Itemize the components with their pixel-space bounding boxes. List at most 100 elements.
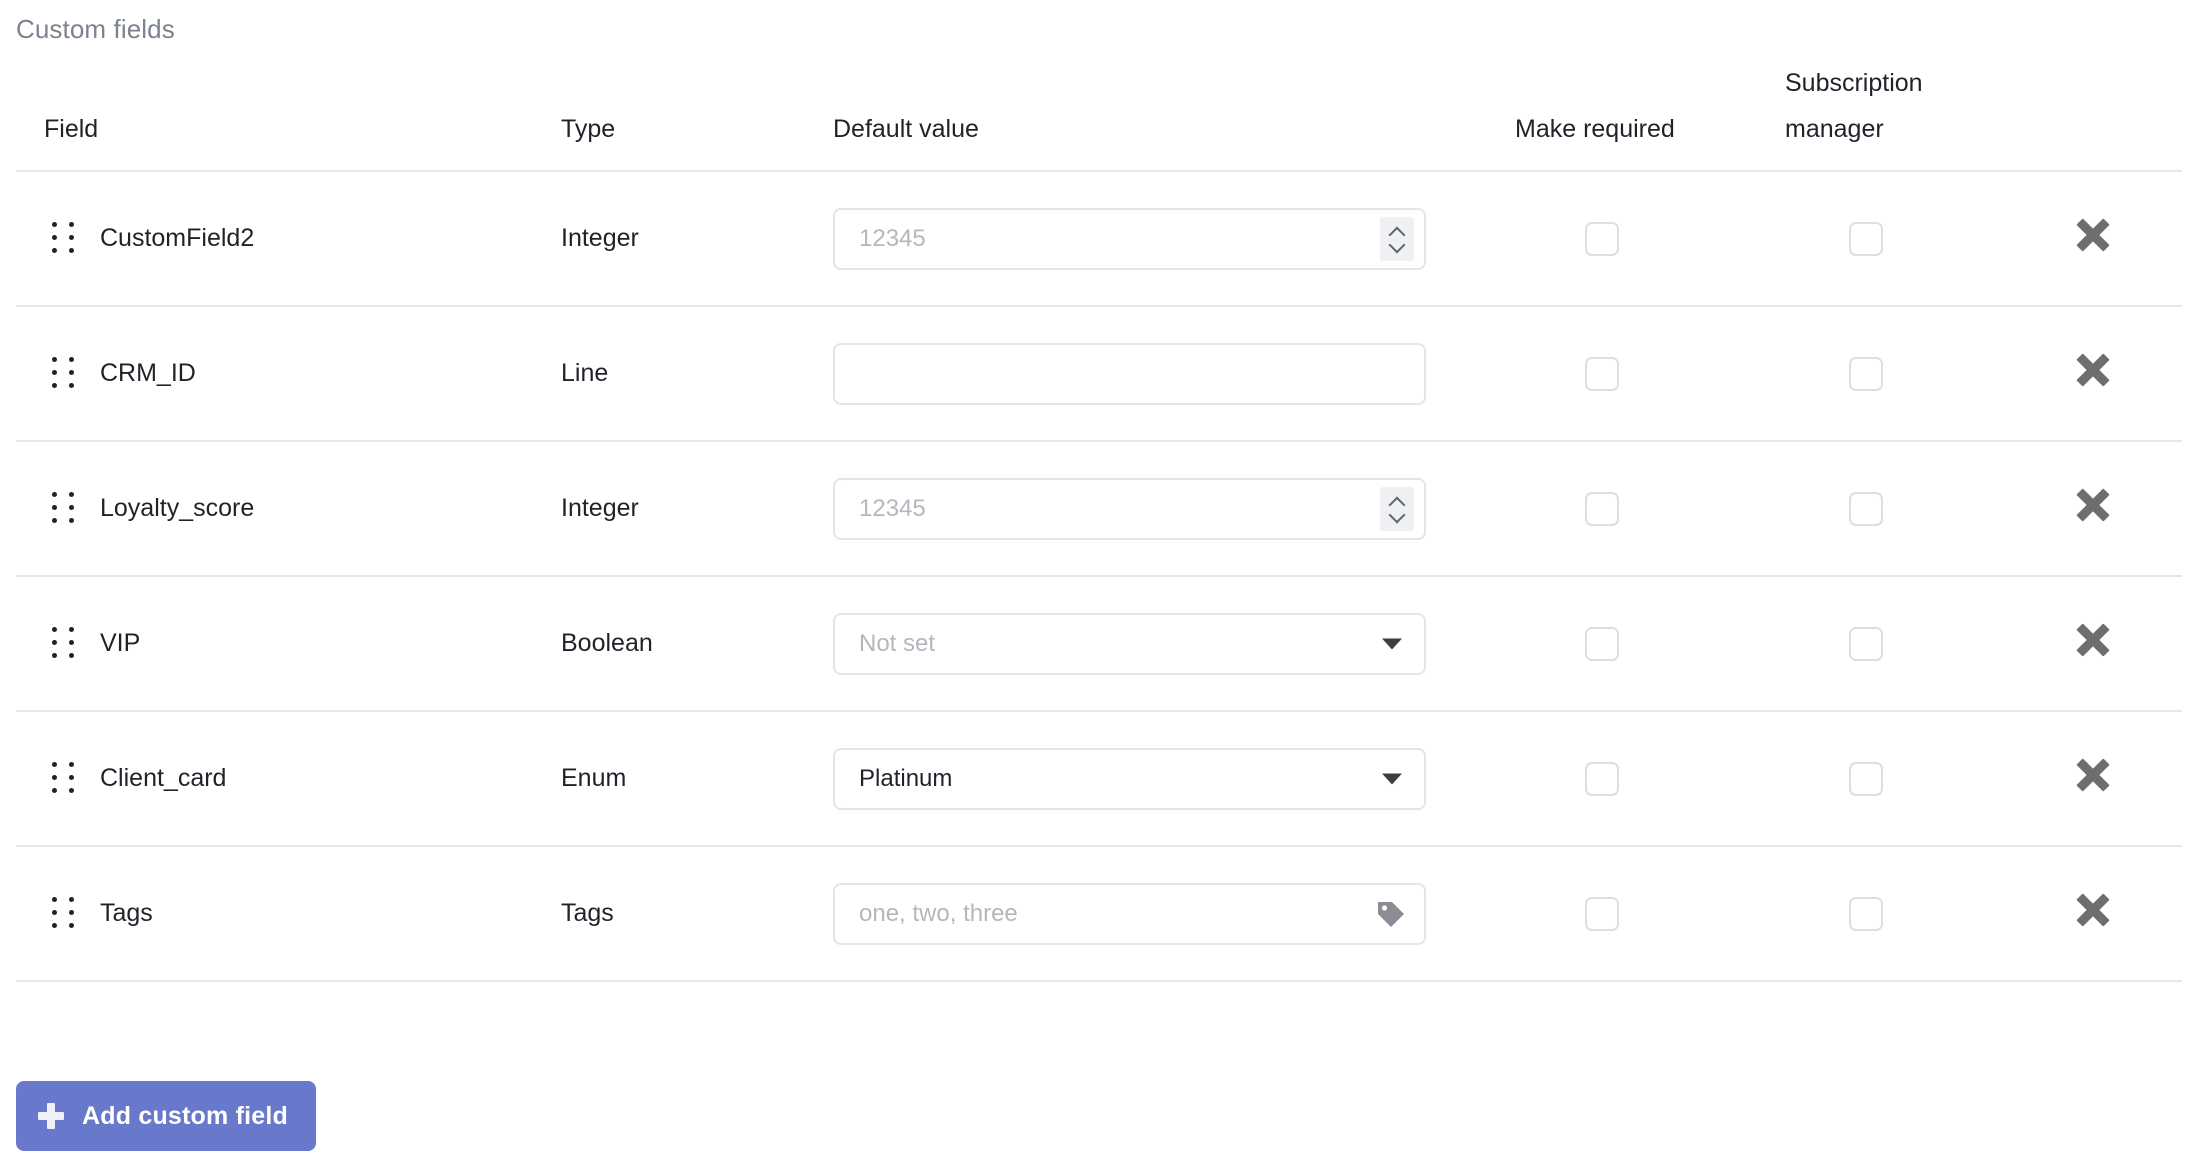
column-header-default-value-label: Default value bbox=[833, 115, 979, 143]
default-value-select-input[interactable]: Platinum bbox=[833, 747, 1426, 810]
cell-type: Enum bbox=[561, 711, 833, 846]
column-header-subscription-manager: Subscription manager bbox=[1775, 60, 2035, 171]
cell-default-value: 12345 bbox=[833, 171, 1505, 306]
subscription-manager-checkbox[interactable] bbox=[1849, 356, 1883, 391]
field-name: VIP bbox=[100, 629, 141, 657]
drag-handle-icon[interactable] bbox=[52, 491, 78, 526]
column-header-default-value: Default value bbox=[833, 60, 1505, 171]
default-value-text: 12345 bbox=[859, 224, 926, 252]
column-header-subscription-manager-line1: Subscription bbox=[1785, 69, 1923, 97]
make-required-checkbox[interactable] bbox=[1585, 491, 1619, 526]
delete-field-button[interactable] bbox=[2073, 350, 2113, 390]
plus-icon bbox=[38, 1103, 64, 1129]
column-header-type: Type bbox=[561, 60, 833, 171]
column-header-field-label: Field bbox=[44, 115, 99, 143]
cell-delete bbox=[2035, 711, 2182, 846]
table-row: Client_card Enum Platinum bbox=[16, 711, 2182, 846]
delete-field-button[interactable] bbox=[2073, 890, 2113, 930]
number-spinner-icon[interactable] bbox=[1380, 216, 1414, 261]
cell-delete bbox=[2035, 576, 2182, 711]
column-header-type-label: Type bbox=[561, 115, 616, 143]
default-value-text: Platinum bbox=[859, 764, 953, 792]
field-cell: CRM_ID bbox=[16, 356, 561, 391]
table-row: Loyalty_score Integer 12345 bbox=[16, 441, 2182, 576]
subscription-manager-checkbox[interactable] bbox=[1849, 221, 1883, 256]
make-required-checkbox[interactable] bbox=[1585, 626, 1619, 661]
default-value-number-input[interactable]: 12345 bbox=[833, 477, 1426, 540]
make-required-checkbox[interactable] bbox=[1585, 221, 1619, 256]
cell-make-required bbox=[1505, 846, 1775, 981]
custom-fields-table: Field Type Default value Make required S… bbox=[16, 60, 2182, 982]
field-cell: VIP bbox=[16, 626, 561, 661]
cell-default-value: one, two, three bbox=[833, 846, 1505, 981]
make-required-checkbox[interactable] bbox=[1585, 896, 1619, 931]
number-spinner-icon[interactable] bbox=[1380, 486, 1414, 531]
cell-field: CRM_ID bbox=[16, 306, 561, 441]
cell-type: Line bbox=[561, 306, 833, 441]
subscription-manager-checkbox[interactable] bbox=[1849, 761, 1883, 796]
delete-field-button[interactable] bbox=[2073, 620, 2113, 660]
delete-field-button[interactable] bbox=[2073, 755, 2113, 795]
drag-handle-icon[interactable] bbox=[52, 221, 78, 256]
default-value-select-input[interactable]: Not set bbox=[833, 612, 1426, 675]
field-type: Tags bbox=[561, 899, 614, 927]
field-type: Integer bbox=[561, 224, 639, 252]
field-name: Client_card bbox=[100, 764, 227, 792]
default-value-text: Not set bbox=[859, 629, 936, 657]
table-row: VIP Boolean Not set bbox=[16, 576, 2182, 711]
cell-make-required bbox=[1505, 711, 1775, 846]
default-value-number-input[interactable]: 12345 bbox=[833, 207, 1426, 270]
page-title: Custom fields bbox=[16, 14, 175, 44]
cell-subscription-manager bbox=[1775, 306, 2035, 441]
cell-subscription-manager bbox=[1775, 441, 2035, 576]
subscription-manager-checkbox[interactable] bbox=[1849, 896, 1883, 931]
tag-icon bbox=[1376, 899, 1406, 929]
table-row: CustomField2 Integer 12345 bbox=[16, 171, 2182, 306]
cell-field: Client_card bbox=[16, 711, 561, 846]
field-name: CRM_ID bbox=[100, 359, 196, 387]
chevron-down-icon[interactable] bbox=[1382, 773, 1402, 784]
cell-default-value: Not set bbox=[833, 576, 1505, 711]
field-cell: CustomField2 bbox=[16, 221, 561, 256]
default-value-text: 12345 bbox=[859, 494, 926, 522]
chevron-down-icon[interactable] bbox=[1382, 638, 1402, 649]
field-type: Boolean bbox=[561, 629, 653, 657]
column-header-actions bbox=[2035, 60, 2182, 171]
make-required-checkbox[interactable] bbox=[1585, 761, 1619, 796]
cell-subscription-manager bbox=[1775, 171, 2035, 306]
cell-type: Integer bbox=[561, 441, 833, 576]
table-body: CustomField2 Integer 12345 CRM_ID Line Loyalt… bbox=[16, 171, 2182, 981]
add-custom-field-button[interactable]: Add custom field bbox=[16, 1081, 316, 1151]
cell-field: CustomField2 bbox=[16, 171, 561, 306]
field-cell: Tags bbox=[16, 896, 561, 931]
field-type: Enum bbox=[561, 764, 627, 792]
make-required-checkbox[interactable] bbox=[1585, 356, 1619, 391]
cell-delete bbox=[2035, 846, 2182, 981]
cell-type: Tags bbox=[561, 846, 833, 981]
delete-field-button[interactable] bbox=[2073, 485, 2113, 525]
subscription-manager-checkbox[interactable] bbox=[1849, 626, 1883, 661]
drag-handle-icon[interactable] bbox=[52, 896, 78, 931]
delete-field-button[interactable] bbox=[2073, 215, 2113, 255]
table-header-row: Field Type Default value Make required S… bbox=[16, 60, 2182, 171]
drag-handle-icon[interactable] bbox=[52, 761, 78, 796]
table-row: CRM_ID Line bbox=[16, 306, 2182, 441]
cell-delete bbox=[2035, 171, 2182, 306]
cell-make-required bbox=[1505, 576, 1775, 711]
field-name: Loyalty_score bbox=[100, 494, 255, 522]
custom-fields-page: Custom fields Field Type Default value M… bbox=[0, 0, 2198, 1168]
column-header-field: Field bbox=[16, 60, 561, 171]
field-name: Tags bbox=[100, 899, 153, 927]
default-value-tags-input[interactable]: one, two, three bbox=[833, 882, 1426, 945]
drag-handle-icon[interactable] bbox=[52, 626, 78, 661]
drag-handle-icon[interactable] bbox=[52, 356, 78, 391]
cell-subscription-manager bbox=[1775, 846, 2035, 981]
cell-field: Loyalty_score bbox=[16, 441, 561, 576]
cell-type: Integer bbox=[561, 171, 833, 306]
field-cell: Client_card bbox=[16, 761, 561, 796]
subscription-manager-checkbox[interactable] bbox=[1849, 491, 1883, 526]
field-name: CustomField2 bbox=[100, 224, 255, 252]
default-value-text-input[interactable] bbox=[833, 342, 1426, 405]
cell-delete bbox=[2035, 306, 2182, 441]
field-type: Line bbox=[561, 359, 609, 387]
